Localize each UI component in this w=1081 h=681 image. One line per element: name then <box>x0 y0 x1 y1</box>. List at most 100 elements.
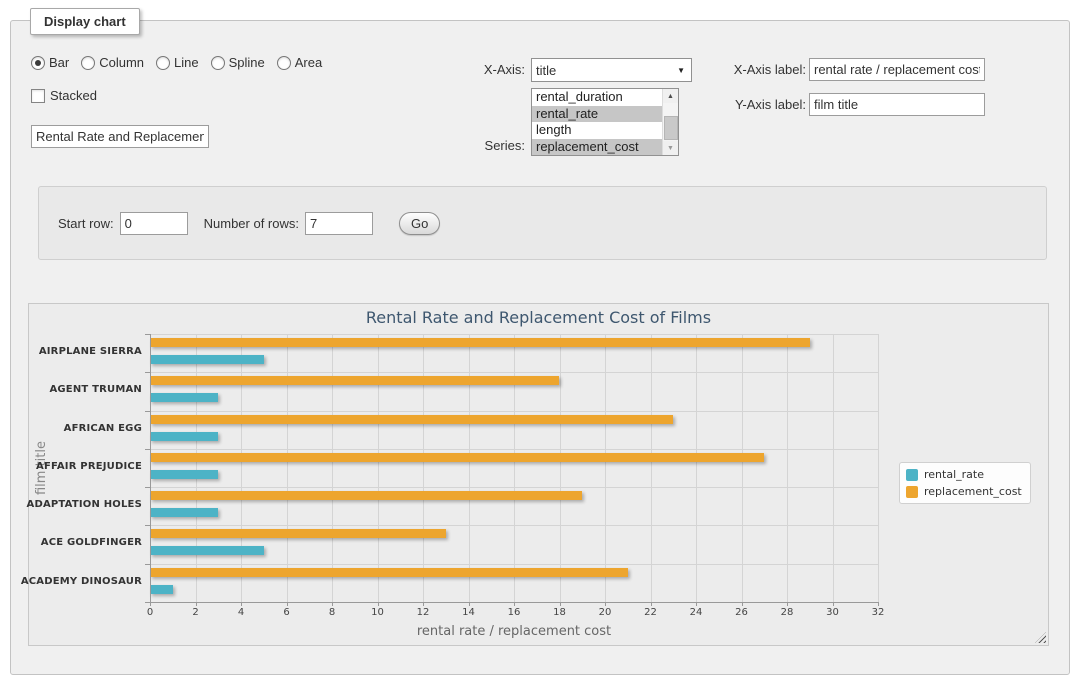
gridline-horizontal <box>150 564 878 565</box>
radio-icon <box>81 56 95 70</box>
gridline-horizontal <box>150 334 878 335</box>
series-options: rental_durationrental_ratelengthreplacem… <box>532 89 678 155</box>
scroll-down-icon[interactable]: ▼ <box>663 141 678 155</box>
chart-type-option-bar[interactable]: Bar <box>31 55 69 70</box>
value-tick <box>787 602 788 606</box>
x-tick-label: 24 <box>681 607 711 618</box>
x-tick-label: 28 <box>772 607 802 618</box>
num-rows-input[interactable] <box>305 212 373 235</box>
x-axis-select[interactable]: title ▼ <box>531 58 692 82</box>
plot-area <box>150 334 878 602</box>
gridline-vertical <box>469 334 470 602</box>
query-panel: Start row: Number of rows: Go <box>38 186 1047 260</box>
fieldset-legend: Display chart <box>30 8 140 35</box>
value-tick <box>878 602 879 606</box>
page: Display chart Bar Column Line Spline Area St… <box>0 0 1081 681</box>
stacked-checkbox[interactable] <box>31 89 45 103</box>
value-tick <box>514 602 515 606</box>
bar-replacement-cost[interactable] <box>150 529 446 538</box>
legend-item-rental_rate[interactable]: rental_rate <box>906 468 1022 481</box>
value-tick <box>742 602 743 606</box>
category-label: ACADEMY DINOSAUR <box>21 575 142 589</box>
gridline-horizontal <box>150 449 878 450</box>
gridline-vertical <box>514 334 515 602</box>
scrollbar-thumb[interactable] <box>664 116 678 140</box>
stacked-checkbox-row: Stacked <box>31 88 97 103</box>
gridline-vertical <box>696 334 697 602</box>
x-tick-label: 2 <box>181 607 211 618</box>
gridline-vertical <box>878 334 879 602</box>
chart-type-radio-group: Bar Column Line Spline Area <box>31 55 322 70</box>
gridline-vertical <box>605 334 606 602</box>
x-axis-label-input[interactable] <box>809 58 985 81</box>
x-axis-selected-value: title <box>536 63 556 78</box>
series-option-rental_rate[interactable]: rental_rate <box>532 106 678 123</box>
category-label: AFFAIR PREJUDICE <box>36 460 142 474</box>
gridline-horizontal <box>150 525 878 526</box>
radio-dot-icon <box>35 60 41 66</box>
chart-type-label: Bar <box>49 55 69 70</box>
resize-handle-icon[interactable] <box>1035 632 1046 643</box>
bar-replacement-cost[interactable] <box>150 568 628 577</box>
radio-icon <box>31 56 45 70</box>
series-option-rental_duration[interactable]: rental_duration <box>532 89 678 106</box>
listbox-scrollbar[interactable]: ▲ ▼ <box>662 89 678 155</box>
chart-type-label: Spline <box>229 55 265 70</box>
x-tick-label: 32 <box>863 607 893 618</box>
category-label: ADAPTATION HOLES <box>27 498 143 512</box>
series-option-length[interactable]: length <box>532 122 678 139</box>
gridline-horizontal <box>150 372 878 373</box>
bar-replacement-cost[interactable] <box>150 376 559 385</box>
y-axis-label-caption: Y-Axis label: <box>711 97 806 112</box>
legend-item-replacement_cost[interactable]: replacement_cost <box>906 485 1022 498</box>
gridline-vertical <box>378 334 379 602</box>
x-tick-label: 14 <box>454 607 484 618</box>
bar-rental-rate[interactable] <box>150 585 173 594</box>
bar-replacement-cost[interactable] <box>150 453 764 462</box>
start-row-input[interactable] <box>120 212 188 235</box>
bar-rental-rate[interactable] <box>150 508 218 517</box>
bar-rental-rate[interactable] <box>150 355 264 364</box>
bar-rental-rate[interactable] <box>150 470 218 479</box>
chart-legend: rental_rate replacement_cost <box>899 462 1031 504</box>
chart-panel: Rental Rate and Replacement Cost of Film… <box>28 303 1049 646</box>
chart-type-label: Line <box>174 55 199 70</box>
scroll-up-icon[interactable]: ▲ <box>663 89 678 103</box>
chart-type-option-line[interactable]: Line <box>156 55 199 70</box>
x-tick-label: 12 <box>408 607 438 618</box>
x-tick-label: 20 <box>590 607 620 618</box>
x-tick-label: 16 <box>499 607 529 618</box>
y-axis-label-input[interactable] <box>809 93 985 116</box>
bar-rental-rate[interactable] <box>150 393 218 402</box>
chart-title-input[interactable] <box>31 125 209 148</box>
chart-type-option-area[interactable]: Area <box>277 55 322 70</box>
gridline-vertical <box>787 334 788 602</box>
chart-type-option-spline[interactable]: Spline <box>211 55 265 70</box>
value-tick <box>560 602 561 606</box>
gridline-vertical <box>196 334 197 602</box>
value-tick <box>241 602 242 606</box>
value-tick <box>651 602 652 606</box>
bar-rental-rate[interactable] <box>150 432 218 441</box>
x-tick-label: 26 <box>727 607 757 618</box>
chart-type-label: Column <box>99 55 144 70</box>
go-button[interactable]: Go <box>399 212 440 235</box>
gridline-vertical <box>742 334 743 602</box>
legend-label: replacement_cost <box>924 485 1022 498</box>
bar-replacement-cost[interactable] <box>150 491 582 500</box>
radio-icon <box>211 56 225 70</box>
num-rows-label: Number of rows: <box>204 216 299 231</box>
gridline-vertical <box>423 334 424 602</box>
chart-x-axis-title: rental rate / replacement cost <box>150 624 878 639</box>
legend-swatch-icon <box>906 469 918 481</box>
bar-rental-rate[interactable] <box>150 546 264 555</box>
x-tick-label: 8 <box>317 607 347 618</box>
stacked-label: Stacked <box>50 88 97 103</box>
value-tick <box>605 602 606 606</box>
bar-replacement-cost[interactable] <box>150 338 810 347</box>
bar-replacement-cost[interactable] <box>150 415 673 424</box>
gridline-vertical <box>287 334 288 602</box>
chart-type-option-column[interactable]: Column <box>81 55 144 70</box>
series-listbox[interactable]: rental_durationrental_ratelengthreplacem… <box>531 88 679 156</box>
series-option-replacement_cost[interactable]: replacement_cost <box>532 139 678 156</box>
